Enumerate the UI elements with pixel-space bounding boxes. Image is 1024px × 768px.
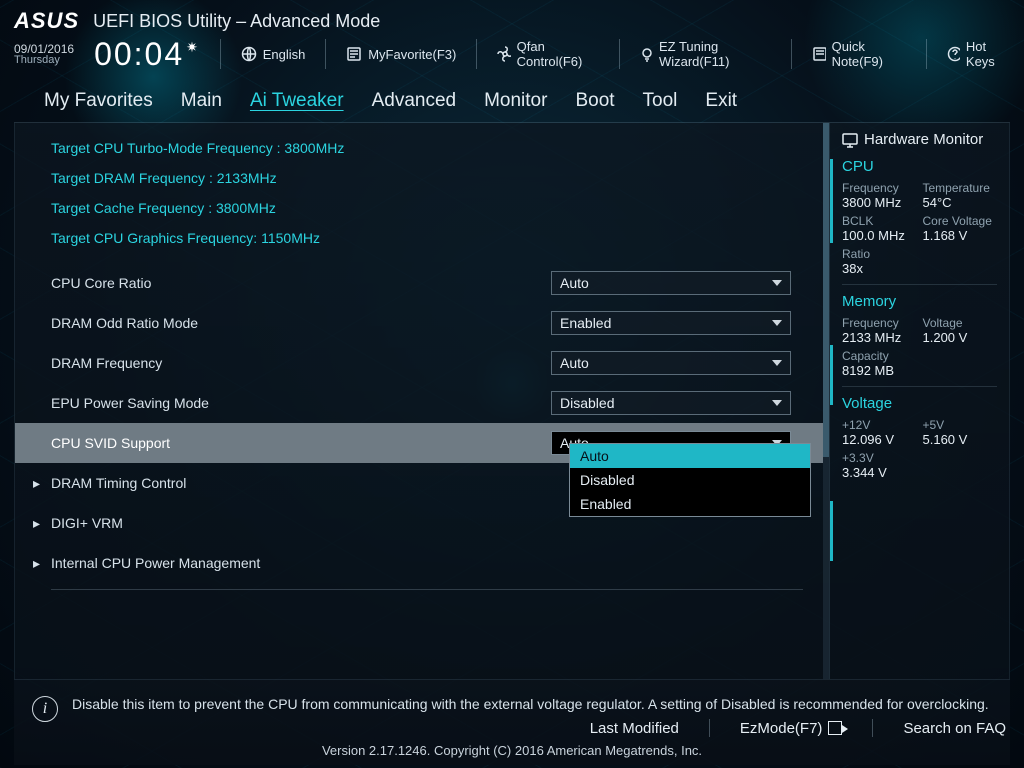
settings-panel: Target CPU Turbo-Mode Frequency : 3800MH… <box>15 123 829 679</box>
v12-value: 12.096 V <box>842 432 917 447</box>
v12-label: +12V <box>842 418 917 432</box>
qfan-button[interactable]: Qfan Control(F6) <box>497 39 598 69</box>
vcore-label: Core Voltage <box>923 214 998 228</box>
last-modified-button[interactable]: Last Modified <box>590 719 679 737</box>
tab-boot[interactable]: Boot <box>575 90 614 112</box>
monitor-icon <box>842 132 858 148</box>
tab-ai-tweaker[interactable]: Ai Tweaker <box>250 90 344 112</box>
cpu-freq-label: Frequency <box>842 181 917 195</box>
version-text: Version 2.17.1246. Copyright (C) 2016 Am… <box>18 743 1006 758</box>
v33-label: +3.3V <box>842 451 917 465</box>
gear-icon[interactable]: ✷ <box>186 40 200 54</box>
search-faq-button[interactable]: Search on FAQ <box>903 719 1006 737</box>
v5-label: +5V <box>923 418 998 432</box>
setting-partial-row[interactable] <box>15 596 823 636</box>
dram-odd-ratio-dropdown[interactable]: Enabled <box>551 311 791 335</box>
chevron-down-icon <box>772 320 782 326</box>
target-cache-freq: Target Cache Frequency : 3800MHz <box>51 193 823 223</box>
epu-power-dropdown[interactable]: Disabled <box>551 391 791 415</box>
tab-my-favorites[interactable]: My Favorites <box>44 90 153 112</box>
tab-monitor[interactable]: Monitor <box>484 90 547 112</box>
exit-icon <box>828 721 842 735</box>
tab-tool[interactable]: Tool <box>643 90 678 112</box>
memory-section: Memory <box>842 293 997 310</box>
help-text: Disable this item to prevent the CPU fro… <box>72 696 989 712</box>
chevron-right-icon: ▸ <box>33 475 51 492</box>
option-enabled[interactable]: Enabled <box>570 492 810 516</box>
myfavorite-button[interactable]: MyFavorite(F3) <box>346 46 456 62</box>
note-icon <box>812 46 825 62</box>
app-title: UEFI BIOS Utility – Advanced Mode <box>93 12 380 30</box>
chevron-right-icon: ▸ <box>33 515 51 532</box>
mem-freq-label: Frequency <box>842 316 917 330</box>
help-icon <box>947 46 960 62</box>
hardware-monitor-panel: Hardware Monitor CPU Frequency3800 MHz T… <box>829 123 1009 679</box>
weekday: Thursday <box>14 55 74 66</box>
mem-volt-label: Voltage <box>923 316 998 330</box>
target-dram-freq: Target DRAM Frequency : 2133MHz <box>51 163 823 193</box>
mem-cap-value: 8192 MB <box>842 363 917 378</box>
cpu-temp-label: Temperature <box>923 181 998 195</box>
vcore-value: 1.168 V <box>923 228 998 243</box>
bulb-icon <box>639 46 652 62</box>
setting-dram-frequency[interactable]: DRAM Frequency Auto <box>15 343 823 383</box>
mem-volt-value: 1.200 V <box>923 330 998 345</box>
hardware-monitor-title: Hardware Monitor <box>842 131 997 148</box>
ratio-value: 38x <box>842 261 917 276</box>
chevron-right-icon: ▸ <box>33 555 51 572</box>
cpu-temp-value: 54°C <box>923 195 998 210</box>
tab-advanced[interactable]: Advanced <box>372 90 457 112</box>
brand-logo: ASUS <box>14 10 79 32</box>
eztuning-button[interactable]: EZ Tuning Wizard(F11) <box>639 39 771 69</box>
bclk-value: 100.0 MHz <box>842 228 917 243</box>
chevron-down-icon <box>772 360 782 366</box>
bclk-label: BCLK <box>842 214 917 228</box>
date: 09/01/2016 <box>14 43 74 55</box>
hotkeys-button[interactable]: Hot Keys <box>947 39 1010 69</box>
setting-dram-odd-ratio[interactable]: DRAM Odd Ratio Mode Enabled <box>15 303 823 343</box>
tab-exit[interactable]: Exit <box>705 90 737 112</box>
submenu-internal-cpu-power[interactable]: ▸ Internal CPU Power Management <box>15 543 823 583</box>
tab-main[interactable]: Main <box>181 90 222 112</box>
chevron-down-icon <box>772 400 782 406</box>
dram-frequency-dropdown[interactable]: Auto <box>551 351 791 375</box>
clock[interactable]: 00:04✷ <box>94 38 200 70</box>
mem-cap-label: Capacity <box>842 349 917 363</box>
target-gfx-freq: Target CPU Graphics Frequency: 1150MHz <box>51 223 823 253</box>
voltage-section: Voltage <box>842 395 997 412</box>
setting-epu-power-saving[interactable]: EPU Power Saving Mode Disabled <box>15 383 823 423</box>
language-selector[interactable]: English <box>241 46 306 62</box>
option-auto[interactable]: Auto <box>570 444 810 468</box>
main-tabs: My Favorites Main Ai Tweaker Advanced Mo… <box>14 84 1010 123</box>
fan-icon <box>497 46 510 62</box>
cpu-core-ratio-dropdown[interactable]: Auto <box>551 271 791 295</box>
setting-cpu-core-ratio[interactable]: CPU Core Ratio Auto <box>15 263 823 303</box>
target-turbo-freq: Target CPU Turbo-Mode Frequency : 3800MH… <box>51 133 823 163</box>
quicknote-button[interactable]: Quick Note(F9) <box>812 39 905 69</box>
datetime: 09/01/2016 Thursday <box>14 43 74 66</box>
v5-value: 5.160 V <box>923 432 998 447</box>
chevron-down-icon <box>772 280 782 286</box>
option-disabled[interactable]: Disabled <box>570 468 810 492</box>
v33-value: 3.344 V <box>842 465 917 480</box>
ratio-label: Ratio <box>842 247 917 261</box>
globe-icon <box>241 46 257 62</box>
cpu-section: CPU <box>842 158 997 175</box>
page-icon <box>346 46 362 62</box>
cpu-svid-options[interactable]: Auto Disabled Enabled <box>569 443 811 517</box>
ezmode-button[interactable]: EzMode(F7) <box>740 719 843 737</box>
mem-freq-value: 2133 MHz <box>842 330 917 345</box>
cpu-freq-value: 3800 MHz <box>842 195 917 210</box>
